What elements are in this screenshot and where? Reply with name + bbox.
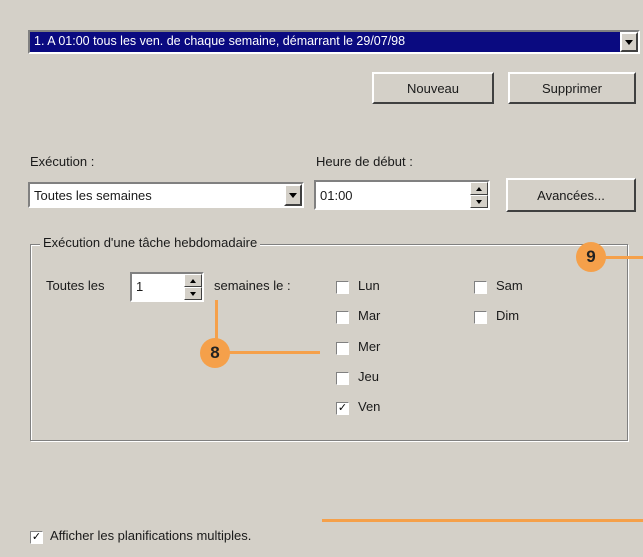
callout-8-line-vertical [215, 300, 218, 342]
spin-up-button[interactable] [470, 182, 488, 195]
checkmark-icon: ✓ [31, 531, 42, 543]
arrow-down-icon [190, 291, 196, 296]
day-label-jeu: Jeu [358, 369, 379, 384]
day-label-ven: Ven [358, 399, 381, 414]
execution-dropdown-button[interactable] [284, 184, 302, 206]
arrow-down-icon [476, 199, 482, 204]
show-multiple-checkbox[interactable]: ✓ [30, 531, 43, 544]
weeks-interval-field[interactable]: 1 [130, 272, 204, 302]
schedule-select-value: 1. A 01:00 tous les ven. de chaque semai… [34, 34, 406, 48]
day-checkbox-sam[interactable] [474, 281, 487, 294]
weekly-group-title: Exécution d'une tâche hebdomadaire [40, 235, 261, 250]
day-checkbox-mar[interactable] [336, 311, 349, 324]
delete-button-label: Supprimer [542, 80, 602, 96]
show-multiple-label: Afficher les planifications multiples. [50, 528, 252, 543]
checkmark-icon: ✓ [337, 402, 348, 414]
day-checkbox-jeu[interactable] [336, 372, 349, 385]
start-time-field[interactable]: 01:00 [314, 180, 490, 210]
day-label-lun: Lun [358, 278, 380, 293]
spin-up-button[interactable] [184, 274, 202, 287]
new-button-label: Nouveau [406, 80, 460, 96]
callout-bottom-line [322, 519, 643, 522]
day-checkbox-ven[interactable]: ✓ [336, 402, 349, 415]
weeks-interval-value: 1 [136, 279, 144, 294]
start-time-spinner[interactable] [470, 182, 488, 208]
advanced-button-label: Avancées... [537, 187, 605, 203]
schedule-select[interactable]: 1. A 01:00 tous les ven. de chaque semai… [28, 30, 640, 54]
day-label-dim: Dim [496, 308, 520, 323]
start-time-label: Heure de début : [316, 154, 413, 169]
execution-select-value: Toutes les semaines [34, 188, 152, 203]
weekly-group-box [30, 244, 628, 441]
weeks-on-label: semaines le : [214, 278, 291, 293]
execution-select[interactable]: Toutes les semaines [28, 182, 304, 208]
day-checkbox-lun[interactable] [336, 281, 349, 294]
every-label: Toutes les [46, 278, 105, 293]
spin-down-button[interactable] [184, 287, 202, 300]
weeks-interval-spinner[interactable] [184, 274, 202, 300]
advanced-button[interactable]: Avancées... [506, 178, 636, 212]
chevron-down-icon [289, 192, 297, 198]
delete-button[interactable]: Supprimer [508, 72, 636, 104]
day-checkbox-dim[interactable] [474, 311, 487, 324]
chevron-down-icon [625, 39, 633, 45]
spin-down-button[interactable] [470, 195, 488, 208]
callout-8-badge: 8 [200, 338, 230, 368]
new-button[interactable]: Nouveau [372, 72, 494, 104]
callout-9-badge: 9 [576, 242, 606, 272]
day-label-mar: Mar [358, 308, 381, 323]
callout-8-line-horizontal [224, 351, 320, 354]
start-time-value: 01:00 [320, 188, 353, 203]
arrow-up-icon [476, 186, 482, 191]
schedule-dropdown-button[interactable] [620, 32, 638, 52]
day-label-sam: Sam [496, 278, 523, 293]
execution-label: Exécution : [30, 154, 95, 169]
day-checkbox-mer[interactable] [336, 342, 349, 355]
arrow-up-icon [190, 278, 196, 283]
day-label-mer: Mer [358, 339, 381, 354]
